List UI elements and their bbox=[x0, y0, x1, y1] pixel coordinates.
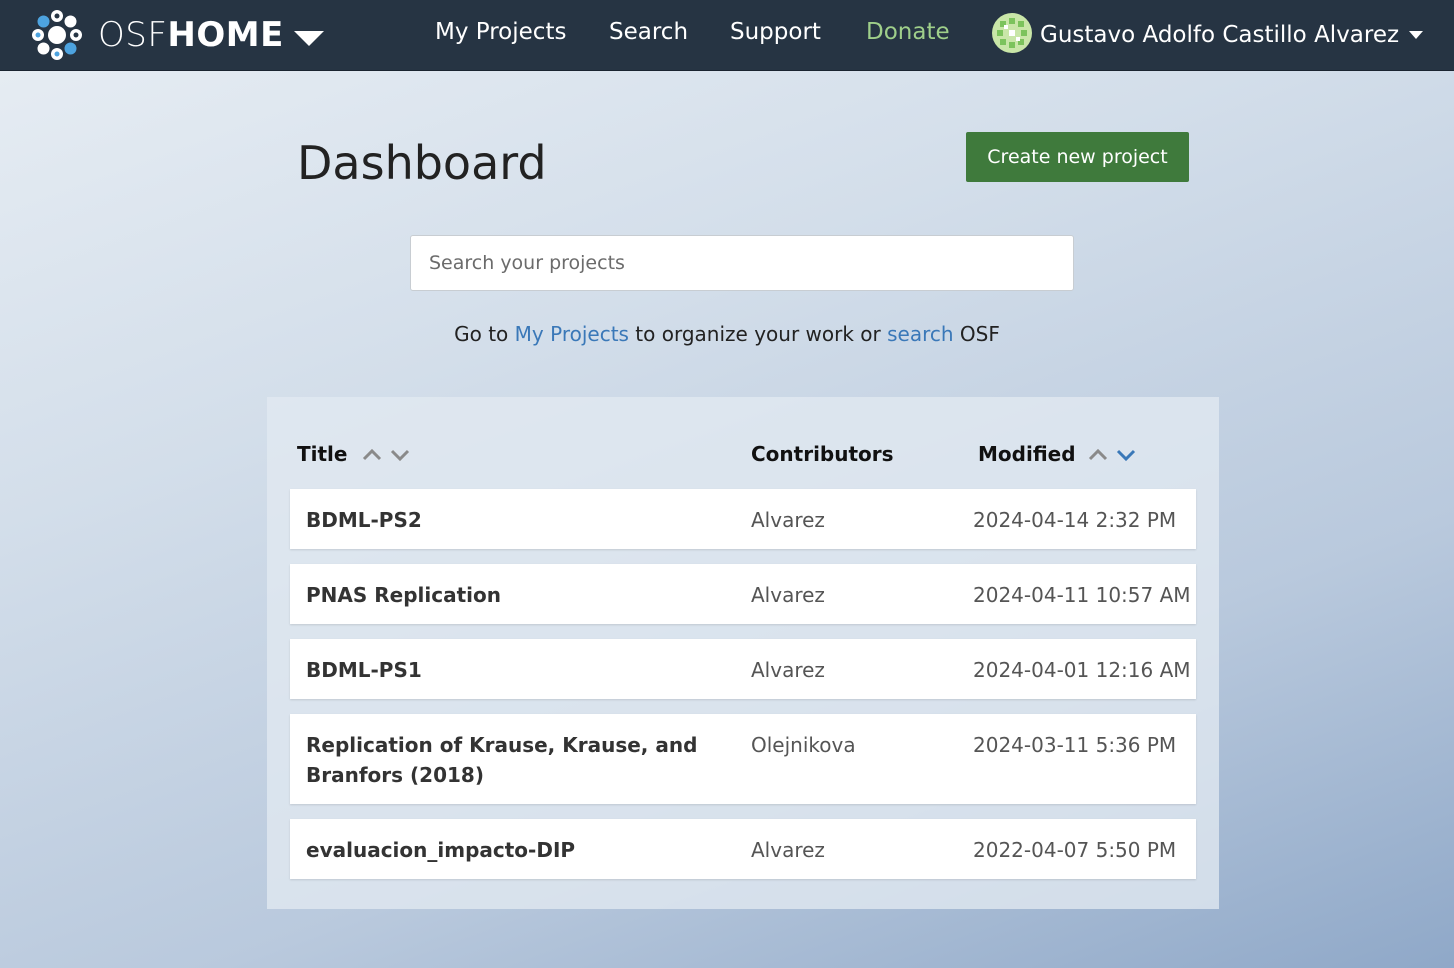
row-title: PNAS Replication bbox=[306, 583, 501, 607]
hint-prefix: Go to bbox=[454, 322, 515, 346]
row-contributors: Olejnikova bbox=[751, 733, 856, 757]
create-new-project-button[interactable]: Create new project bbox=[966, 132, 1189, 182]
table-row[interactable]: Replication of Krause, Krause, and Branf… bbox=[290, 714, 1196, 804]
table-row[interactable]: evaluacion_impacto-DIP Alvarez 2022-04-0… bbox=[290, 819, 1196, 879]
top-navbar: OSFHOME My Projects Search Support Donat… bbox=[0, 0, 1454, 71]
dashboard-hint: Go to My Projects to organize your work … bbox=[0, 322, 1454, 346]
row-modified: 2024-04-01 12:16 AM bbox=[973, 658, 1191, 682]
column-header-contributors: Contributors bbox=[751, 442, 894, 466]
projects-table: Title Contributors Modified BDML-PS2 Alv… bbox=[267, 397, 1219, 909]
avatar bbox=[992, 13, 1032, 57]
row-title: evaluacion_impacto-DIP bbox=[306, 838, 576, 862]
row-title: BDML-PS1 bbox=[306, 658, 422, 682]
nav-my-projects[interactable]: My Projects bbox=[435, 16, 566, 48]
sort-title-ascending-chevron-up-icon[interactable] bbox=[360, 443, 384, 467]
user-menu[interactable]: Gustavo Adolfo Castillo Alvarez bbox=[992, 13, 1424, 57]
row-modified: 2022-04-07 5:50 PM bbox=[973, 838, 1177, 862]
table-row[interactable]: BDML-PS2 Alvarez 2024-04-14 2:32 PM bbox=[290, 489, 1196, 549]
osf-home-menu[interactable]: OSFHOME bbox=[30, 8, 324, 62]
user-name: Gustavo Adolfo Castillo Alvarez bbox=[1040, 22, 1400, 48]
sort-modified-descending-chevron-down-icon[interactable] bbox=[1114, 443, 1138, 467]
nav-donate[interactable]: Donate bbox=[866, 16, 950, 48]
table-row[interactable]: PNAS Replication Alvarez 2024-04-11 10:5… bbox=[290, 564, 1196, 624]
nav-search[interactable]: Search bbox=[609, 16, 688, 48]
caret-down-icon bbox=[293, 30, 324, 46]
column-header-title: Title bbox=[297, 442, 348, 466]
brand-osf: OSF bbox=[98, 15, 168, 55]
sort-title-descending-chevron-down-icon[interactable] bbox=[388, 443, 412, 467]
nav-support[interactable]: Support bbox=[730, 16, 821, 48]
brand-text: OSFHOME bbox=[98, 15, 284, 55]
row-title: BDML-PS2 bbox=[306, 508, 422, 532]
row-contributors: Alvarez bbox=[751, 508, 825, 532]
sort-modified-ascending-chevron-up-icon[interactable] bbox=[1086, 443, 1110, 467]
row-modified: 2024-04-14 2:32 PM bbox=[973, 508, 1177, 532]
hint-suffix: OSF bbox=[953, 322, 1000, 346]
row-contributors: Alvarez bbox=[751, 583, 825, 607]
osf-logo-icon bbox=[30, 8, 84, 62]
caret-down-icon bbox=[1409, 31, 1424, 39]
row-title: Replication of Krause, Krause, and Branf… bbox=[306, 733, 698, 787]
row-contributors: Alvarez bbox=[751, 658, 825, 682]
search-projects-input[interactable] bbox=[410, 235, 1074, 291]
page-title: Dashboard bbox=[297, 136, 547, 190]
row-contributors: Alvarez bbox=[751, 838, 825, 862]
hint-middle: to organize your work or bbox=[628, 322, 888, 346]
brand-home: HOME bbox=[167, 15, 284, 55]
hint-search-link[interactable]: search bbox=[887, 322, 953, 346]
column-header-modified: Modified bbox=[978, 442, 1076, 466]
row-modified: 2024-03-11 5:36 PM bbox=[973, 733, 1177, 757]
row-modified: 2024-04-11 10:57 AM bbox=[973, 583, 1191, 607]
hint-my-projects-link[interactable]: My Projects bbox=[515, 322, 629, 346]
table-row[interactable]: BDML-PS1 Alvarez 2024-04-01 12:16 AM bbox=[290, 639, 1196, 699]
